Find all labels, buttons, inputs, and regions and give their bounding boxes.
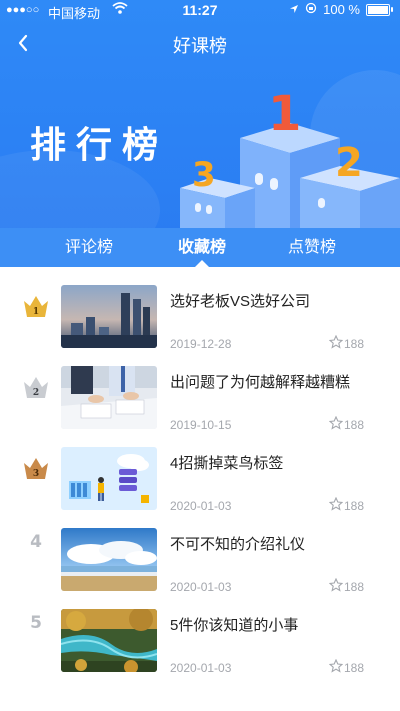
nav-bar: 好课榜 <box>0 28 400 62</box>
course-date: 2020-01-03 <box>170 661 232 675</box>
banner-title: 排行榜 <box>30 124 169 165</box>
svg-text:3: 3 <box>33 469 39 479</box>
star-outline-icon[interactable] <box>328 334 344 349</box>
course-title[interactable]: 不可不知的介绍礼仪 <box>170 533 390 554</box>
orientation-lock-icon <box>305 2 317 17</box>
hero-banner: ●●●○○ 中国移动 11:27 100 % 好课榜 排行榜 1 2 3 评论榜… <box>0 0 400 267</box>
star-outline-icon[interactable] <box>328 658 344 673</box>
list-item[interactable]: 5 5件你该知道的小事 2020-01-03 188 <box>0 591 400 675</box>
podium-number-2: 2 <box>335 140 363 186</box>
like-count: 188 <box>343 661 364 675</box>
list-item[interactable]: 4 不可不知的介绍礼仪 2020-01-03 188 <box>0 510 400 594</box>
course-title[interactable]: 选好老板VS选好公司 <box>170 290 390 311</box>
course-title[interactable]: 5件你该知道的小事 <box>170 614 390 635</box>
list-item[interactable]: 2 出问题了为何越解释越糟糕 2019-10-15 188 <box>0 348 400 432</box>
podium-number-3: 3 <box>192 155 216 195</box>
crown-icon: 1 <box>22 293 50 321</box>
podium-illustration: 1 2 3 <box>180 86 400 228</box>
svg-text:2: 2 <box>33 388 39 398</box>
active-tab-indicator <box>195 260 209 267</box>
star-outline-icon[interactable] <box>328 577 344 592</box>
course-thumbnail[interactable] <box>61 366 157 429</box>
podium-number-1: 1 <box>268 86 301 142</box>
star-outline-icon[interactable] <box>328 415 344 430</box>
course-thumbnail[interactable] <box>61 609 157 672</box>
battery-icon <box>366 3 393 16</box>
status-bar: ●●●○○ 中国移动 11:27 100 % <box>0 0 400 22</box>
page-title: 好课榜 <box>173 36 227 56</box>
course-thumbnail[interactable] <box>61 447 157 510</box>
crown-icon: 3 <box>22 455 50 483</box>
rank-number: 4 <box>30 532 42 552</box>
list-item[interactable]: 1 选好老板VS选好公司 2019-12-28 188 <box>0 267 400 351</box>
course-thumbnail[interactable] <box>61 285 157 348</box>
tab-comments[interactable]: 评论榜 <box>44 228 134 267</box>
course-title[interactable]: 出问题了为何越解释越糟糕 <box>170 371 390 392</box>
battery-percent: 100 % <box>323 2 360 17</box>
crown-icon: 2 <box>22 374 50 402</box>
tab-likes[interactable]: 点赞榜 <box>267 228 357 267</box>
course-title[interactable]: 4招撕掉菜鸟标签 <box>170 452 390 473</box>
star-outline-icon[interactable] <box>328 496 344 511</box>
location-icon <box>289 2 299 17</box>
course-thumbnail[interactable] <box>61 528 157 591</box>
course-list: 1 选好老板VS选好公司 2019-12-28 188 2 出问题了为何越解释越… <box>0 267 400 711</box>
svg-text:1: 1 <box>33 307 39 317</box>
rank-number: 5 <box>30 613 42 633</box>
list-item[interactable]: 3 4招撕掉菜鸟标签 2020-01-03 188 <box>0 429 400 513</box>
